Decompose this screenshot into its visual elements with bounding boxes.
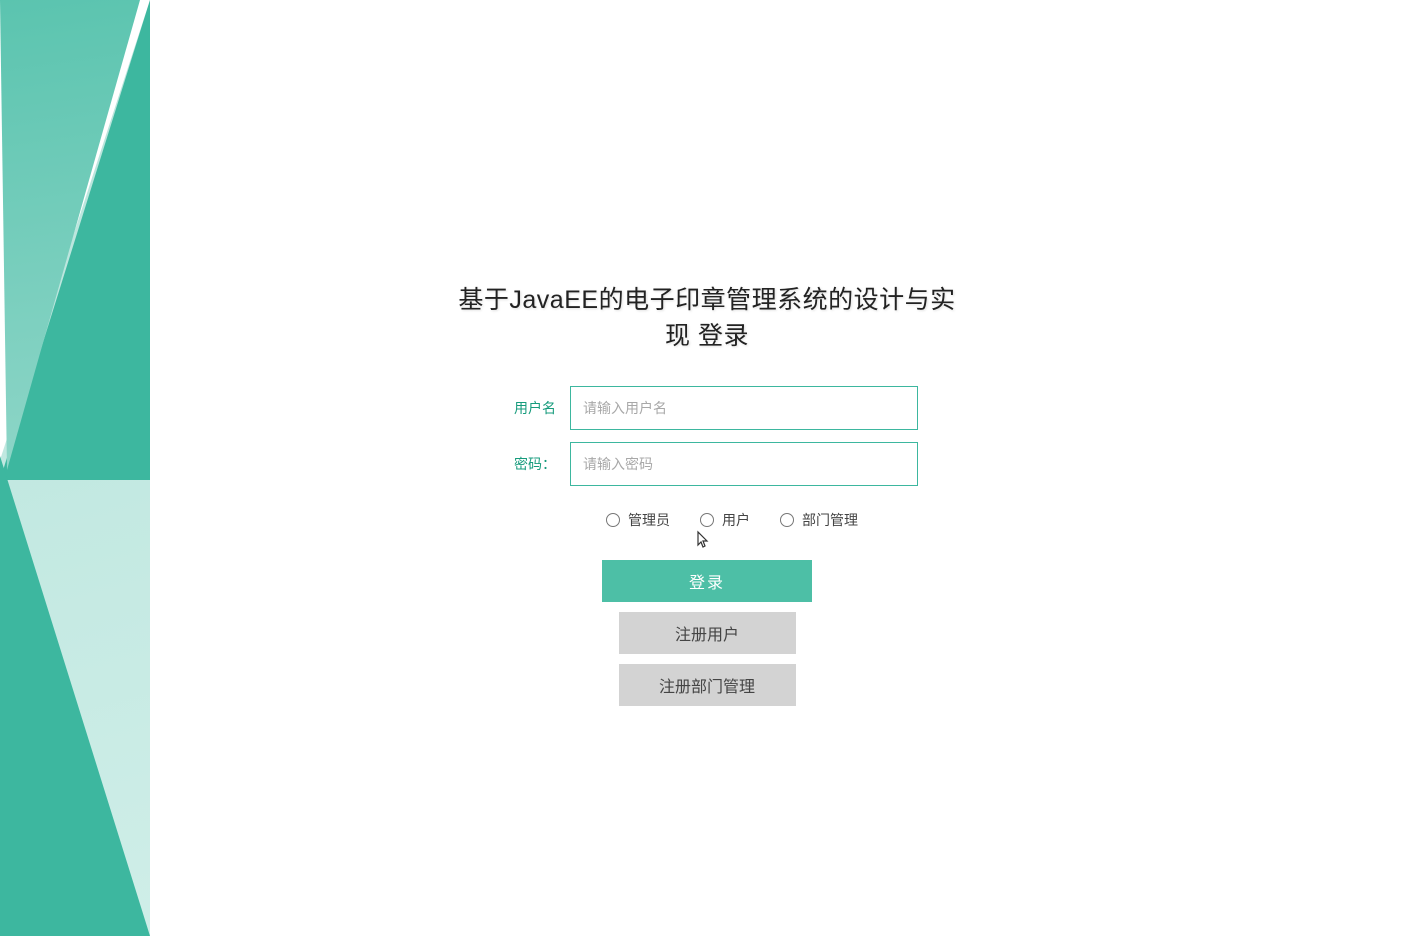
radio-icon	[700, 513, 714, 527]
role-radio-admin[interactable]: 管理员	[606, 510, 670, 530]
bg-triangle-bottom	[0, 456, 150, 936]
username-label: 用户名	[496, 398, 556, 418]
decorative-background	[0, 0, 200, 936]
role-radio-user[interactable]: 用户	[700, 510, 750, 530]
page-title: 基于JavaEE的电子印章管理系统的设计与实现 登录	[447, 280, 967, 352]
login-form-container: 基于JavaEE的电子印章管理系统的设计与实现 登录 用户名 密码： 管理员 用…	[447, 280, 967, 716]
username-row: 用户名	[447, 386, 967, 430]
cursor-pointer-icon	[692, 530, 712, 557]
radio-label-admin: 管理员	[628, 510, 670, 530]
password-input[interactable]	[570, 442, 918, 486]
role-radio-group: 管理员 用户 部门管理	[447, 510, 967, 530]
password-row: 密码：	[447, 442, 967, 486]
register-user-button[interactable]: 注册用户	[619, 612, 796, 654]
password-label: 密码：	[496, 454, 556, 474]
login-button[interactable]: 登录	[602, 560, 812, 602]
username-input[interactable]	[570, 386, 918, 430]
radio-label-dept: 部门管理	[802, 510, 858, 530]
role-radio-dept[interactable]: 部门管理	[780, 510, 858, 530]
radio-icon	[606, 513, 620, 527]
radio-label-user: 用户	[722, 510, 750, 530]
radio-icon	[780, 513, 794, 527]
register-dept-button[interactable]: 注册部门管理	[619, 664, 796, 706]
